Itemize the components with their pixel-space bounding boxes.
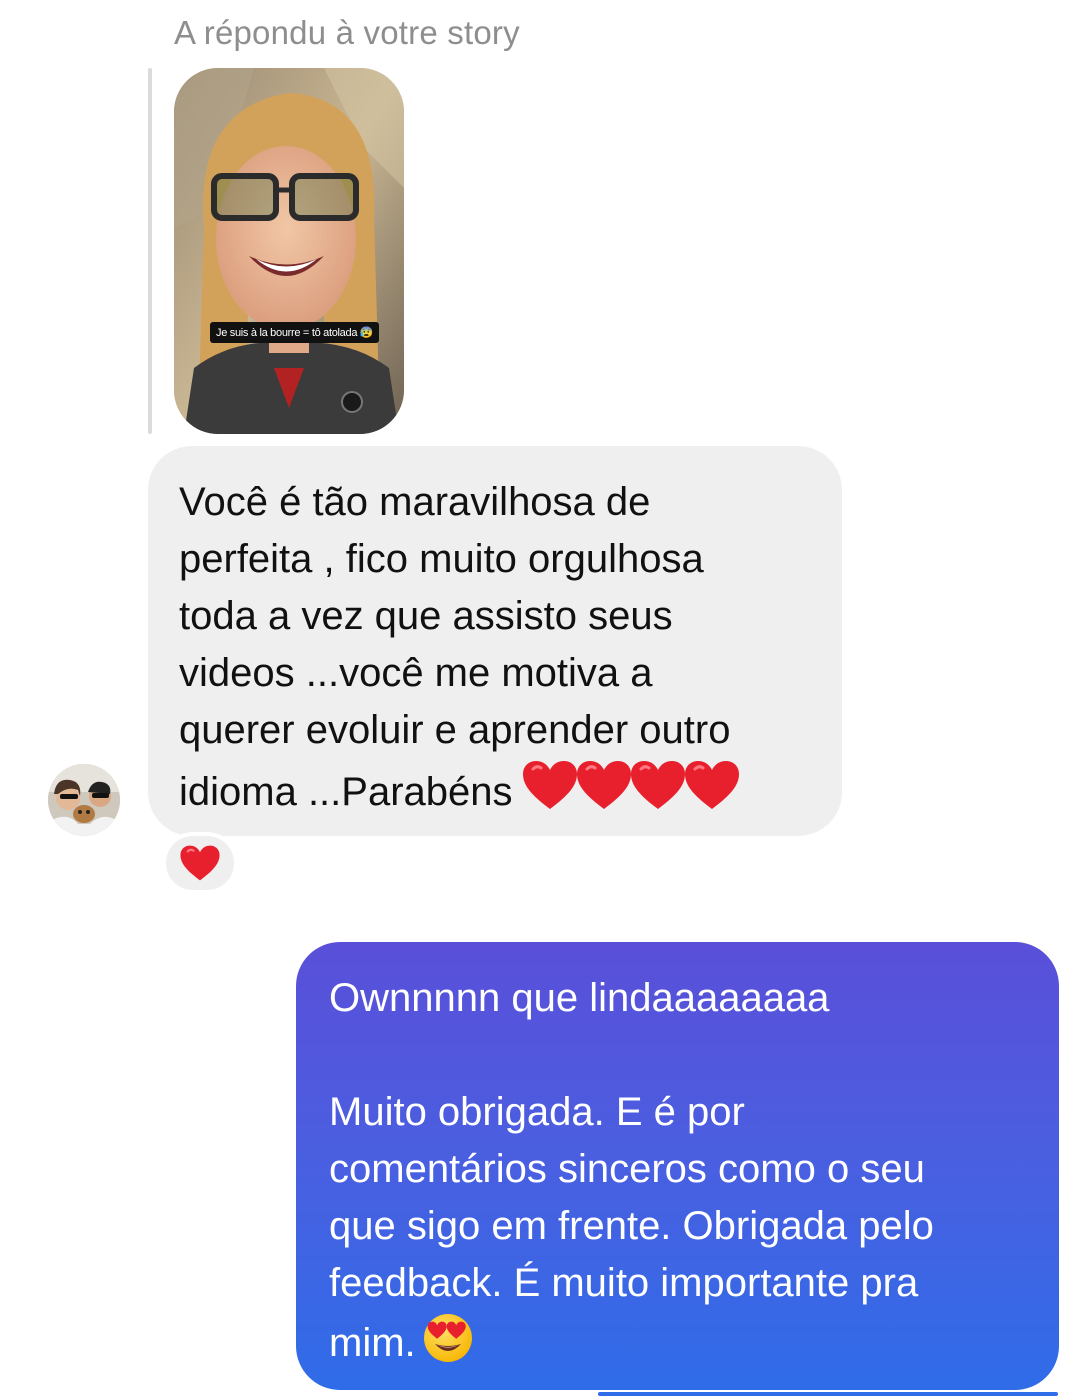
story-photo [174,68,404,434]
red-heart-icon [522,761,577,809]
dm-conversation: A répondu à votre story Je suis à la bou… [0,0,1080,1396]
red-heart-reaction-icon [180,845,220,881]
red-heart-icon [576,761,631,809]
sender-avatar[interactable] [48,764,120,836]
message-reaction[interactable] [162,832,238,894]
story-reply-label: A répondu à votre story [174,14,520,51]
anxious-face-emoji-icon: 😰 [359,327,374,339]
story-thumbnail[interactable]: Je suis à la bourre = tô atolada 😰 [174,68,404,434]
red-heart-icon [684,761,739,809]
heart-emoji-row [521,759,739,827]
reply-quote-bar [148,68,152,434]
avatar-photo [48,764,120,836]
story-caption: Je suis à la bourre = tô atolada 😰 [210,322,380,343]
outgoing-message-text: Ownnnnn que lindaaaaaaaa Muito obrigada.… [329,970,1029,1380]
outgoing-message-bubble[interactable]: Ownnnnn que lindaaaaaaaa Muito obrigada.… [296,942,1059,1390]
red-heart-icon [630,761,685,809]
outgoing-message-body: Ownnnnn que lindaaaaaaaa Muito obrigada.… [329,976,934,1365]
heart-eyes-face-icon [422,1312,474,1380]
incoming-message-text: Você é tão maravilhosa de perfeita , fic… [179,474,812,827]
incoming-message-bubble[interactable]: Você é tão maravilhosa de perfeita , fic… [148,446,842,836]
story-caption-text: Je suis à la bourre = tô atolada [216,327,358,339]
outgoing-bubble-edge [598,1392,1058,1396]
